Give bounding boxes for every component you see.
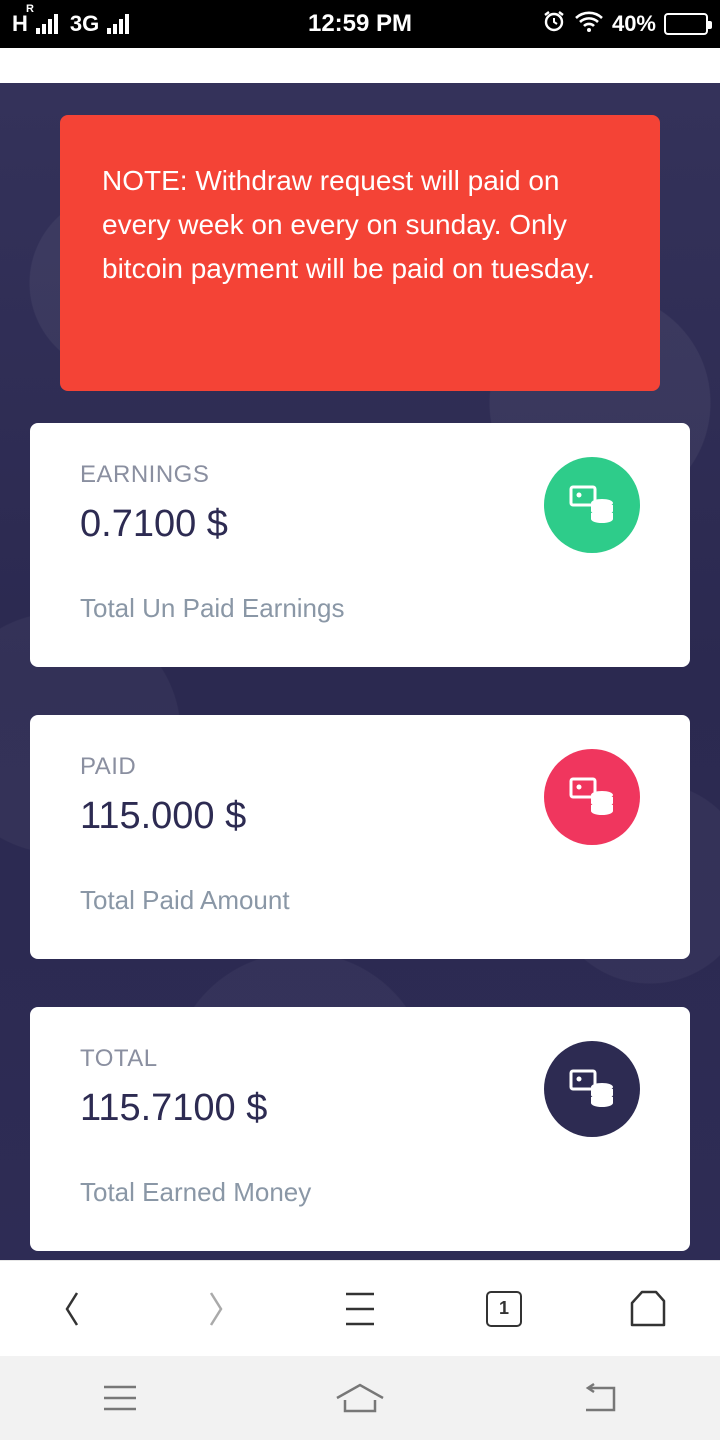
- card-label: EARNINGS: [80, 461, 210, 488]
- card-value: 115.000 $: [80, 795, 247, 837]
- card-value: 0.7100 $: [80, 503, 228, 545]
- recent-apps-icon[interactable]: [75, 1363, 165, 1433]
- withdraw-note: NOTE: Withdraw request will paid on ever…: [60, 115, 660, 391]
- status-left: H R 3G: [12, 3, 130, 37]
- card-label: PAID: [80, 753, 137, 780]
- note-text: NOTE: Withdraw request will paid on ever…: [102, 165, 595, 284]
- tab-count: 1: [486, 1290, 522, 1327]
- total-card: TOTAL 115.7100 $ Total Earned Money: [30, 1007, 690, 1251]
- back-icon[interactable]: [32, 1269, 112, 1349]
- roaming-label: R: [26, 3, 34, 15]
- card-label: TOTAL: [80, 1045, 158, 1072]
- alarm-icon: [542, 9, 566, 39]
- card-subtitle: Total Paid Amount: [80, 885, 290, 915]
- back-icon[interactable]: [555, 1363, 645, 1433]
- browser-toolbar: 1: [0, 1260, 720, 1356]
- status-right: 40%: [542, 9, 712, 39]
- battery-icon: [664, 13, 712, 35]
- card-value: 115.7100 $: [80, 1087, 268, 1129]
- money-stack-icon: [544, 749, 640, 845]
- signal2-icon: [107, 14, 130, 34]
- money-stack-icon: [544, 1041, 640, 1137]
- network2-label: 3G: [69, 11, 100, 36]
- home-icon[interactable]: [315, 1363, 405, 1433]
- wifi-icon: [574, 9, 604, 39]
- status-bar: H R 3G 12:59 PM 40%: [0, 0, 720, 48]
- card-subtitle: Total Un Paid Earnings: [80, 593, 345, 623]
- card-subtitle: Total Earned Money: [80, 1177, 312, 1207]
- network-type: H R: [12, 3, 34, 37]
- battery-percent: 40%: [611, 11, 656, 36]
- tabs-icon[interactable]: 1: [464, 1269, 544, 1349]
- menu-icon[interactable]: [320, 1269, 400, 1349]
- page-top-strip: [0, 48, 720, 83]
- dashboard-content[interactable]: NOTE: Withdraw request will paid on ever…: [0, 83, 720, 1260]
- earnings-card: EARNINGS 0.7100 $ Total Un Paid Earnings: [30, 423, 690, 667]
- signal-icon: [35, 14, 58, 34]
- paid-card: PAID 115.000 $ Total Paid Amount: [30, 715, 690, 959]
- home-icon[interactable]: [608, 1269, 688, 1349]
- android-nav-bar: [0, 1356, 720, 1440]
- money-stack-icon: [544, 457, 640, 553]
- forward-icon[interactable]: [176, 1269, 256, 1349]
